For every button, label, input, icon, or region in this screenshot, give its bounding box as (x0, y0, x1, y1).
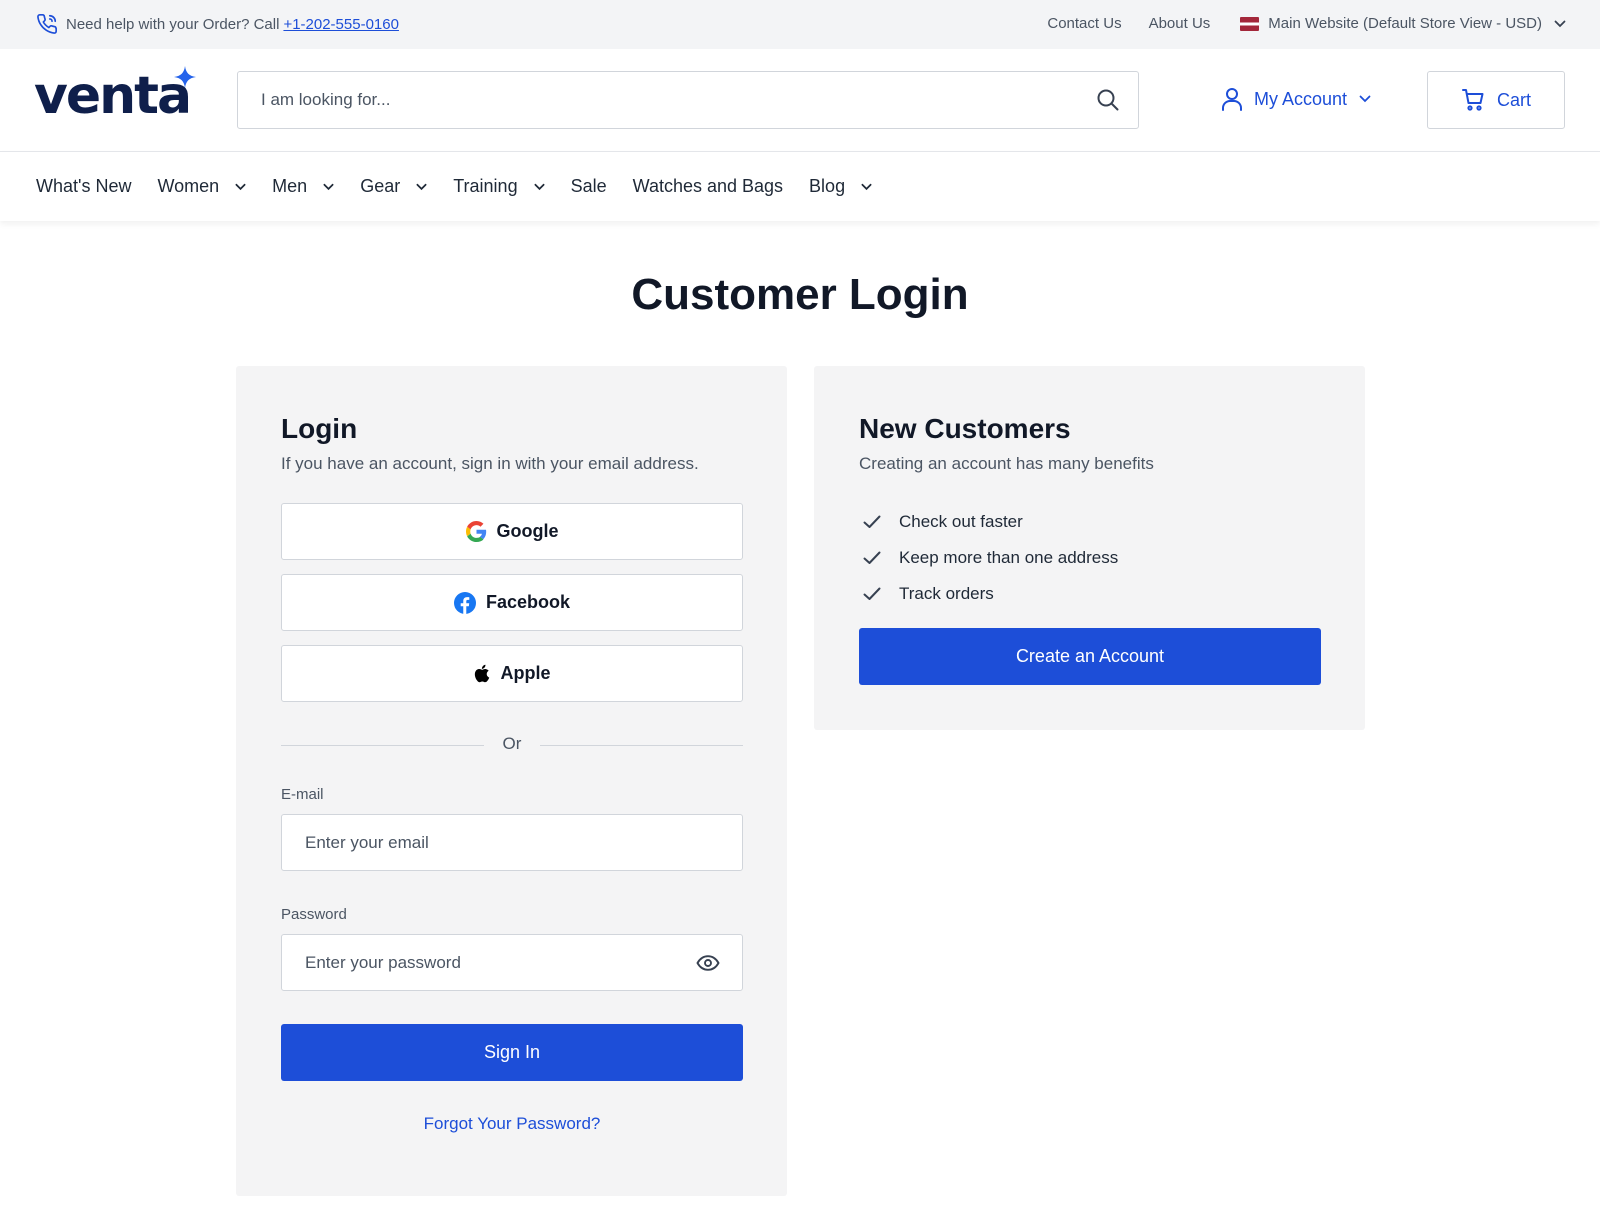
cart-button[interactable]: Cart (1427, 71, 1565, 129)
phone-link[interactable]: +1-202-555-0160 (283, 16, 399, 33)
chevron-down-icon (416, 183, 427, 190)
check-icon (863, 587, 881, 600)
help-line: Need help with your Order? Call +1-202-5… (36, 13, 399, 35)
nav-label: Sale (570, 176, 607, 196)
benefit-text: Keep more than one address (899, 548, 1119, 567)
apple-label: Apple (500, 663, 551, 683)
contact-us-link[interactable]: Contact Us (1047, 15, 1121, 32)
about-us-link[interactable]: About Us (1149, 15, 1211, 32)
top-bar: Need help with your Order? Call +1-202-5… (0, 0, 1600, 49)
phone-icon (37, 14, 57, 34)
help-text: Need help with your Order? Call (66, 15, 280, 33)
search-box[interactable]: I am looking for... (237, 71, 1139, 129)
search-input[interactable]: I am looking for... (261, 90, 1096, 110)
chevron-down-icon (1359, 95, 1371, 103)
list-item: Check out faster (859, 504, 1118, 540)
google-login-button[interactable]: Google (281, 503, 743, 560)
logo-text: venta (34, 66, 192, 126)
my-account-label: My Account (1254, 88, 1348, 109)
nav-label: Women (157, 176, 220, 196)
store-switcher[interactable]: Main Website (Default Store View - USD) (1240, 15, 1566, 32)
check-icon (863, 551, 881, 564)
password-field-wrapper (281, 934, 743, 991)
or-text: Or (502, 734, 522, 753)
facebook-label: Facebook (485, 592, 571, 612)
forgot-password-link[interactable]: Forgot Your Password? (281, 1114, 743, 1134)
email-field[interactable] (305, 832, 742, 853)
password-field[interactable] (305, 952, 696, 973)
sparkle-icon (174, 66, 196, 88)
email-field-wrapper (281, 814, 743, 871)
nav-item-men[interactable]: Men (272, 176, 334, 197)
apple-login-button[interactable]: Apple (281, 645, 743, 702)
login-subtitle: If you have an account, sign in with you… (281, 454, 699, 473)
nav-label: Gear (360, 176, 401, 196)
or-divider: Or (281, 734, 743, 758)
benefits-list: Check out faster Keep more than one addr… (859, 504, 1118, 612)
google-label: Google (496, 521, 559, 541)
chevron-down-icon (235, 183, 246, 190)
nav-item-training[interactable]: Training (453, 176, 545, 197)
top-links: Contact Us About Us Main Website (Defaul… (1020, 15, 1566, 32)
sign-in-button[interactable]: Sign In (281, 1024, 743, 1081)
nav-item-women[interactable]: Women (157, 176, 246, 197)
benefit-text: Track orders (899, 584, 994, 603)
email-label: E-mail (281, 786, 324, 803)
page-title: Customer Login (631, 270, 969, 319)
facebook-icon (453, 591, 476, 614)
login-panel: Login If you have an account, sign in wi… (236, 366, 787, 1196)
nav-item-gear[interactable]: Gear (360, 176, 427, 197)
nav-item-whats-new[interactable]: What's New (36, 176, 131, 197)
apple-icon (475, 664, 490, 683)
logo[interactable]: venta (34, 66, 199, 126)
facebook-login-button[interactable]: Facebook (281, 574, 743, 631)
main-nav: What's New Women Men Gear Training Sale … (0, 152, 1600, 221)
google-icon (465, 521, 486, 542)
chevron-down-icon (534, 183, 545, 190)
benefit-text: Check out faster (899, 512, 1023, 531)
login-heading: Login (281, 413, 358, 444)
nav-label: Men (272, 176, 308, 196)
nav-label: Blog (809, 176, 846, 196)
cart-label: Cart (1496, 89, 1531, 110)
check-icon (863, 515, 881, 528)
new-customers-heading: New Customers (859, 413, 1071, 444)
password-label: Password (281, 906, 347, 923)
user-icon (1222, 88, 1242, 111)
my-account-menu[interactable]: My Account (1222, 87, 1371, 111)
nav-label: Watches and Bags (632, 176, 784, 196)
create-account-button[interactable]: Create an Account (859, 628, 1321, 685)
cart-icon (1461, 89, 1484, 111)
nav-item-blog[interactable]: Blog (809, 176, 872, 197)
chevron-down-icon (1554, 20, 1566, 27)
flag-icon (1240, 16, 1260, 31)
new-customers-subtitle: Creating an account has many benefits (859, 454, 1154, 473)
chevron-down-icon (323, 183, 334, 190)
list-item: Keep more than one address (859, 540, 1118, 576)
eye-icon[interactable] (696, 954, 720, 971)
nav-label: Training (453, 176, 518, 196)
store-label: Main Website (Default Store View - USD) (1268, 15, 1542, 32)
chevron-down-icon (861, 183, 872, 190)
search-icon[interactable] (1096, 88, 1120, 112)
nav-label: What's New (36, 176, 132, 196)
site-header: venta I am looking for... My Account Car… (0, 49, 1600, 152)
new-customers-panel: New Customers Creating an account has ma… (814, 366, 1365, 730)
nav-item-watches-and-bags[interactable]: Watches and Bags (633, 176, 783, 197)
list-item: Track orders (859, 576, 1118, 612)
nav-item-sale[interactable]: Sale (571, 176, 607, 197)
